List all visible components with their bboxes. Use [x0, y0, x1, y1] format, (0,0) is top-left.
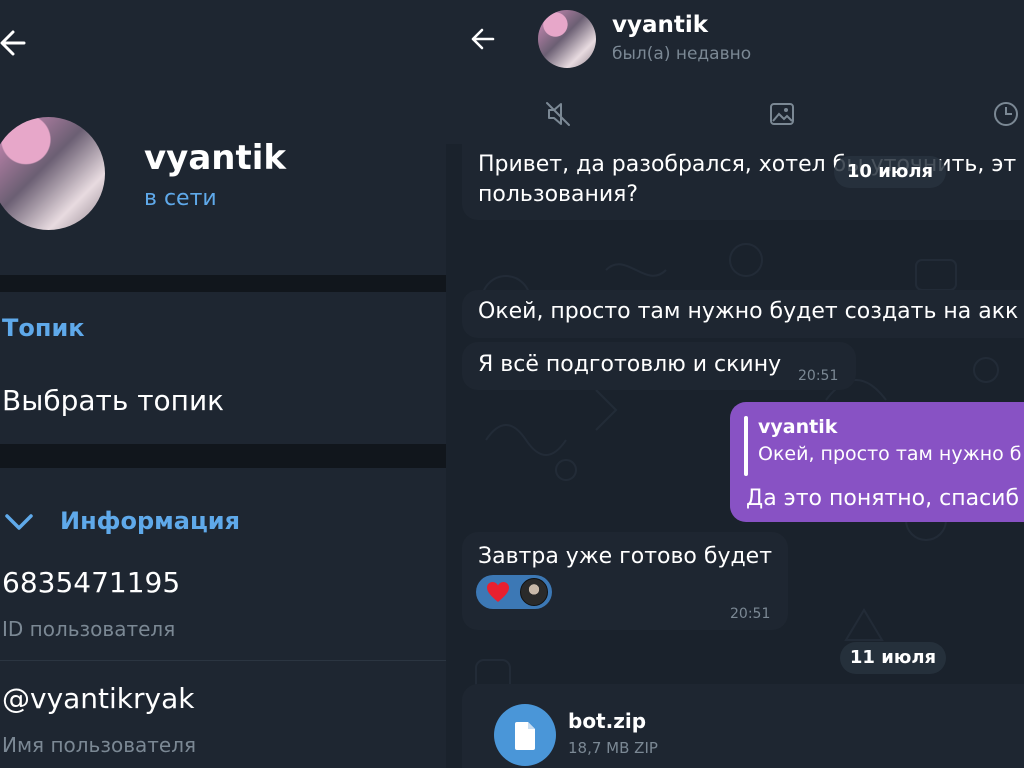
- message-text: пользования?: [478, 182, 639, 207]
- clock-icon[interactable]: [992, 100, 1020, 128]
- chat-status: был(а) недавно: [612, 44, 752, 64]
- avatar: [520, 578, 548, 606]
- message-time: 20:51: [730, 606, 771, 622]
- message-text: Да это понятно, спасиб: [746, 486, 1020, 511]
- reactions[interactable]: [476, 575, 552, 609]
- info-title[interactable]: Информация: [60, 507, 240, 535]
- message-bubble[interactable]: Окей, просто там нужно будет создать на …: [462, 290, 1024, 338]
- reply-author: vyantik: [758, 416, 838, 438]
- username-label: Имя пользователя: [2, 733, 197, 757]
- chat-media-tabs: [446, 82, 1024, 144]
- choose-topic-button[interactable]: Выбрать топик: [2, 384, 224, 417]
- user-id-value[interactable]: 6835471195: [2, 566, 180, 599]
- arrow-left-icon[interactable]: [0, 26, 30, 60]
- chat-title[interactable]: vyantik: [612, 12, 708, 38]
- reply-indicator: [744, 416, 748, 476]
- reply-preview: Окей, просто там нужно б: [758, 443, 1022, 465]
- outgoing-message-bubble[interactable]: vyantik Окей, просто там нужно б Да это …: [730, 402, 1024, 522]
- message-text: Завтра уже готово будет: [478, 544, 773, 569]
- username-value[interactable]: @vyantikryak: [2, 682, 194, 715]
- divider: [0, 660, 446, 661]
- message-bubble[interactable]: Я всё подготовлю и скину 20:51: [462, 342, 856, 390]
- image-icon[interactable]: [768, 100, 796, 128]
- profile-header: vyantik в сети: [0, 0, 446, 275]
- topic-section: Топик Выбрать топик: [0, 292, 446, 444]
- file-message-bubble[interactable]: bot.zip 18,7 MB ZIP: [462, 684, 1024, 768]
- file-meta: 18,7 MB ZIP: [568, 739, 658, 757]
- date-badge: 10 июля: [834, 156, 946, 188]
- chat-pane: vyantik был(а) недавно Привет, да разобр…: [446, 0, 1024, 768]
- profile-pane: vyantik в сети Топик Выбрать топик Инфор…: [0, 0, 446, 768]
- info-section: Информация 6835471195 ID пользователя @v…: [0, 468, 446, 768]
- profile-name: vyantik: [144, 138, 286, 178]
- speaker-muted-icon[interactable]: [544, 100, 572, 128]
- message-time: 20:51: [798, 368, 839, 384]
- chevron-down-icon[interactable]: [4, 510, 34, 534]
- arrow-left-icon[interactable]: [470, 27, 496, 51]
- message-bubble[interactable]: Завтра уже готово будет 20:51: [462, 532, 788, 630]
- online-status: в сети: [144, 186, 217, 211]
- file-name: bot.zip: [568, 709, 647, 733]
- heart-icon: [486, 581, 510, 603]
- avatar[interactable]: [538, 10, 596, 68]
- avatar[interactable]: [0, 117, 105, 230]
- document-icon[interactable]: [494, 704, 556, 766]
- chat-header: vyantik был(а) недавно: [446, 0, 1024, 82]
- topic-label: Топик: [2, 314, 85, 342]
- user-id-label: ID пользователя: [2, 617, 176, 641]
- date-badge: 11 июля: [840, 642, 946, 674]
- message-text: Окей, просто там нужно будет создать на …: [478, 299, 1019, 324]
- message-text: Я всё подготовлю и скину: [478, 352, 782, 377]
